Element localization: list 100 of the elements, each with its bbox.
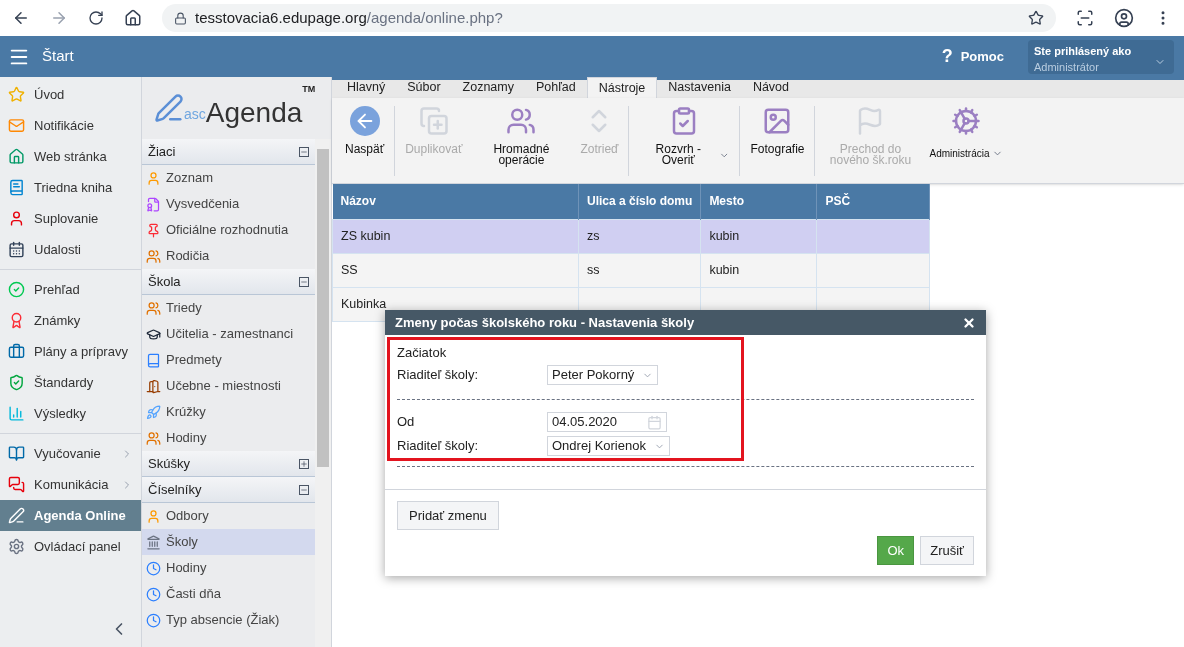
scrollbar[interactable] <box>315 139 331 647</box>
cancel-button[interactable]: Zrušiť <box>920 536 974 565</box>
forward-icon[interactable] <box>50 9 68 27</box>
graduation-cap-icon <box>146 326 161 342</box>
nav-item[interactable]: Úvod <box>0 79 141 110</box>
toolbar-button[interactable]: Rozvrh - Overiť <box>632 106 737 166</box>
table-row[interactable]: ZS kubin zs kubin <box>332 219 930 253</box>
ribbon-tab[interactable]: Hlavný <box>336 77 397 98</box>
capture-icon[interactable] <box>1076 9 1094 27</box>
reload-icon[interactable] <box>88 10 104 26</box>
section-item[interactable]: Hodiny <box>142 555 316 581</box>
section-item[interactable]: Učitelia - zamestnanci <box>142 321 316 347</box>
toolbar-button[interactable]: Fotografie <box>743 106 812 155</box>
ribbon-tab[interactable]: Pohľad <box>525 77 587 98</box>
table-cell: Kubinka <box>341 296 387 311</box>
lock-icon <box>174 11 187 25</box>
ribbon-tab[interactable]: Nástroje <box>586 77 658 98</box>
question-icon: ? <box>941 43 953 70</box>
ribbon-tab[interactable]: Návod <box>741 77 800 98</box>
back-icon[interactable] <box>12 9 30 27</box>
nav-item[interactable]: Výsledky <box>0 398 141 429</box>
ribbon-tab[interactable]: Súbor <box>396 77 452 98</box>
address-bar[interactable]: tesstovacia6.edupage.org/agenda/online.php? <box>162 4 1056 32</box>
briefcase-icon <box>8 343 25 360</box>
back-icon <box>349 106 380 136</box>
section-item[interactable]: Rodičia <box>142 243 316 269</box>
nav-item[interactable]: Udalosti <box>0 234 141 265</box>
section-item[interactable]: Vysvedčenia <box>142 191 316 217</box>
collapse-icon <box>299 146 310 157</box>
start-label: Začiatok <box>397 344 448 361</box>
column-header[interactable]: Mesto <box>700 184 817 219</box>
section-item[interactable]: Oficiálne rozhodnutia <box>142 217 316 243</box>
table-row[interactable]: SS ss kubin <box>332 253 930 287</box>
toolbar-button[interactable]: Administrácia <box>922 106 1010 159</box>
column-header[interactable]: Ulica a číslo domu <box>578 184 701 219</box>
home-icon[interactable] <box>124 9 142 27</box>
table-cell: ZS kubin <box>341 228 391 243</box>
table-cell: zs <box>587 228 600 243</box>
nav-item[interactable]: Komunikácia <box>0 469 141 500</box>
user-role: Administrátor <box>1034 60 1099 75</box>
bookmark-icon[interactable] <box>1028 10 1044 26</box>
ribbon-tab[interactable]: Nastavenia <box>657 77 742 98</box>
expand-icon <box>299 458 310 469</box>
book-icon <box>146 352 161 368</box>
section-item[interactable]: Odbory <box>142 503 316 529</box>
section-item[interactable]: Časti dňa <box>142 581 316 607</box>
nav-item[interactable]: Notifikácie <box>0 110 141 141</box>
nav-item[interactable]: Web stránka <box>0 141 141 172</box>
section-header[interactable]: Skúšky <box>142 451 316 477</box>
check-icon <box>8 281 25 298</box>
nav-item[interactable]: Plány a prípravy <box>0 336 141 367</box>
section-item[interactable]: Typ absencie (Žiak) <box>142 607 316 633</box>
calendar-icon <box>647 414 662 430</box>
nav-item[interactable]: Ovládací panel <box>0 531 141 562</box>
toolbar-button[interactable]: Naspäť <box>338 106 392 155</box>
close-icon[interactable] <box>962 315 976 330</box>
open-book-icon <box>8 445 25 462</box>
nav-item[interactable]: Známky <box>0 305 141 336</box>
section-item[interactable]: Hodiny <box>142 425 316 451</box>
director-dropdown[interactable]: Peter Pokorný <box>547 365 659 385</box>
section-item[interactable]: Predmety <box>142 347 316 373</box>
asc-agenda-logo: ascAgenda TM <box>142 77 316 139</box>
portrait-icon <box>762 106 793 136</box>
director-dropdown[interactable]: Ondrej Korienok <box>547 436 670 456</box>
nav-item[interactable]: Prehľad <box>0 274 141 305</box>
calendar-icon <box>8 241 25 258</box>
section-item[interactable]: Učebne - miestnosti <box>142 373 316 399</box>
shield-icon <box>8 374 25 391</box>
section-item[interactable]: Krúžky <box>142 399 316 425</box>
people-icon <box>506 106 537 136</box>
section-header[interactable]: Číselníky <box>142 477 316 503</box>
people-icon <box>146 248 161 264</box>
duplicate-icon <box>418 106 449 136</box>
section-item[interactable]: Školy <box>142 529 316 555</box>
ribbon-tab[interactable]: Zoznamy <box>451 77 525 98</box>
bar-chart-icon <box>8 405 25 422</box>
column-header[interactable]: Názov <box>332 184 579 219</box>
nav-item[interactable]: Triedna kniha <box>0 172 141 203</box>
user-dropdown[interactable]: Ste prihlásený ako Administrátor <box>1028 39 1174 74</box>
nav-item[interactable]: Agenda Online <box>0 500 141 531</box>
header-title: Štart <box>42 46 74 67</box>
nav-item[interactable]: Štandardy <box>0 367 141 398</box>
house-icon <box>8 148 25 165</box>
clock-icon <box>146 560 161 576</box>
add-change-button[interactable]: Pridať zmenu <box>397 501 499 530</box>
table-cell: SS <box>341 262 358 277</box>
section-header[interactable]: Škola <box>142 269 316 295</box>
nav-item[interactable]: Vyučovanie <box>0 438 141 469</box>
date-field[interactable]: 04.05.2020 <box>547 412 667 432</box>
section-header[interactable]: Žiaci <box>142 139 316 165</box>
nav-item[interactable]: Suplovanie <box>0 203 141 234</box>
column-header[interactable]: PSČ <box>816 184 930 219</box>
rocket-icon <box>146 404 161 420</box>
section-item[interactable]: Zoznam <box>142 165 316 191</box>
toolbar-button[interactable]: Hromadné operácie <box>469 106 574 166</box>
building-icon <box>146 534 161 550</box>
mail-icon <box>8 117 25 134</box>
help-button[interactable]: Pomoc <box>960 46 1004 67</box>
profile-icon[interactable] <box>1114 8 1134 28</box>
section-item[interactable]: Triedy <box>142 295 316 321</box>
